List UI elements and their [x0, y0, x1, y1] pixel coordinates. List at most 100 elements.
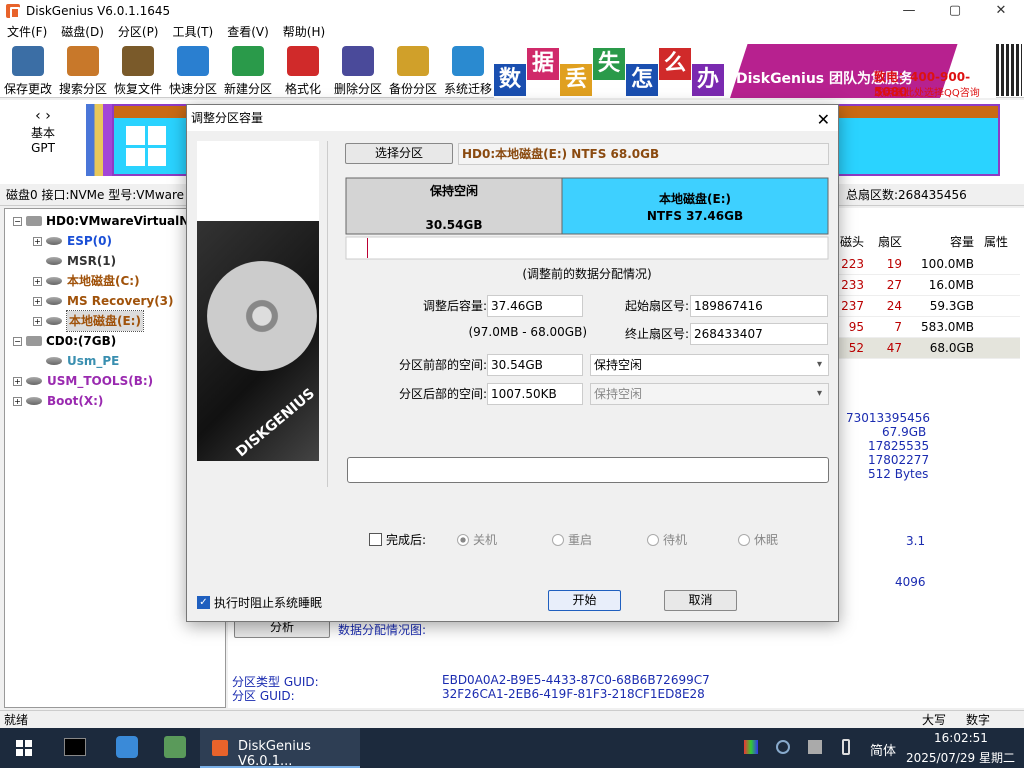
toolbar-button-8[interactable]: 系统迁移 [440, 44, 496, 96]
table-row[interactable]: 223 19 100.0MB [838, 254, 1020, 275]
disk-small-partitions[interactable] [86, 104, 112, 176]
tree-item[interactable]: + Boot(X:) [13, 391, 103, 411]
tree-item[interactable]: MSR(1) [33, 251, 116, 271]
toolbar-label: 保存更改 [3, 82, 52, 96]
prevent-sleep-checkbox[interactable]: ✓ 执行时阻止系统睡眠 [197, 594, 322, 611]
table-header-cell[interactable]: 容量 [918, 232, 974, 253]
tree-item[interactable]: − CD0:(7GB) [13, 331, 116, 351]
format-icon [287, 46, 319, 76]
maximize-button[interactable]: ▢ [932, 2, 978, 20]
toolbar-button-7[interactable]: 备份分区 [385, 44, 441, 96]
tree-expander-icon[interactable]: + [33, 316, 42, 326]
minimize-button[interactable]: — [886, 2, 932, 20]
tree-item[interactable]: + USM_TOOLS(B:) [13, 371, 153, 391]
tray-icon-2[interactable] [776, 740, 790, 754]
tree-item[interactable]: Usm_PE [33, 351, 119, 371]
tree-item[interactable]: − HD0:VMwareVirtualN [13, 211, 189, 231]
quick-partition-icon [177, 46, 209, 76]
allocation-marker [367, 238, 368, 258]
toolbar-button-4[interactable]: 新建分区 [220, 44, 276, 96]
ad-banner[interactable]: DiskGenius 团队为您服务 致电：400-900-5080 或点击此处选… [494, 44, 996, 98]
start-sector-input[interactable]: 189867416 [690, 295, 828, 317]
table-row[interactable]: 95 7 583.0MB [838, 317, 1020, 338]
toolbar-button-0[interactable]: 保存更改 [0, 44, 56, 96]
table-row[interactable]: 237 24 59.3GB [838, 296, 1020, 317]
disk-nav[interactable]: ‹ › 基本 GPT [28, 108, 58, 155]
banner-qq-link[interactable]: 或点击此处选择QQ咨询 [874, 84, 980, 98]
table-header-cell[interactable]: 属性 [984, 232, 1020, 253]
tree-expander-icon[interactable]: + [33, 276, 42, 286]
prevent-sleep-label: 执行时阻止系统睡眠 [214, 596, 323, 610]
radio-restart[interactable]: 重启 [552, 531, 592, 548]
table-header-cell[interactable]: 磁头 [838, 232, 864, 253]
tree-expander-icon[interactable]: + [33, 296, 42, 306]
disk-nav-arrows-icon[interactable]: ‹ › [28, 108, 58, 124]
taskbar-diskgenius[interactable]: DiskGenius V6.0.1... [200, 728, 360, 768]
clock-time[interactable]: 16:02:51 [934, 731, 988, 745]
tray-icon-1[interactable] [744, 740, 758, 754]
clock-date[interactable]: 2025/07/29 星期二 [906, 749, 1015, 766]
terminal-icon[interactable] [64, 738, 86, 756]
menu-item-1[interactable]: 磁盘(D) [54, 22, 111, 42]
after-done-label: 完成后: [386, 533, 427, 547]
menu-item-0[interactable]: 文件(F) [0, 22, 54, 42]
status-text: 就绪 [4, 713, 29, 727]
app-icon-1[interactable] [116, 736, 138, 758]
tray-icon-3[interactable] [808, 740, 822, 754]
tree-expander-icon[interactable]: + [33, 236, 42, 246]
tree-item[interactable]: + 本地磁盘(C:) [33, 271, 140, 291]
menu-item-2[interactable]: 分区(P) [111, 22, 166, 42]
battery-icon[interactable] [842, 739, 850, 755]
partition-segment-graph[interactable]: 保持空闲 30.54GB 本地磁盘(E:) NTFS 37.46GB [345, 177, 829, 261]
toolbar-button-1[interactable]: 搜索分区 [55, 44, 111, 96]
dialog-close-button[interactable]: ✕ [817, 107, 830, 133]
before-space-input[interactable]: 30.54GB [487, 354, 583, 376]
progress-bar [347, 457, 829, 483]
ime-indicator[interactable]: 简体 [870, 740, 896, 759]
tree-expander-icon[interactable]: + [13, 376, 22, 386]
size-range-label: (97.0MB - 68.00GB) [468, 325, 587, 339]
start-button[interactable]: 开始 [548, 590, 621, 611]
toolbar-button-6[interactable]: 删除分区 [330, 44, 386, 96]
toolbar-button-3[interactable]: 快速分区 [165, 44, 221, 96]
start-icon[interactable] [16, 740, 32, 756]
after-space-value: 保持空闲 [594, 387, 643, 401]
table-header-cell[interactable]: 扇区 [876, 232, 902, 253]
menu-item-4[interactable]: 查看(V) [220, 22, 276, 42]
tree-item-label: 本地磁盘(E:) [66, 310, 144, 332]
radio-shutdown[interactable]: 关机 [457, 531, 497, 548]
table-row[interactable]: 233 27 16.0MB [838, 275, 1020, 296]
toolbar-button-2[interactable]: 恢复文件 [110, 44, 166, 96]
select-partition-button[interactable]: 选择分区 [345, 143, 453, 164]
tree-expander-icon[interactable]: − [13, 336, 22, 346]
end-sector-input[interactable]: 268433407 [690, 323, 828, 345]
tree-item[interactable]: + 本地磁盘(E:) [33, 310, 144, 332]
menu-item-5[interactable]: 帮助(H) [276, 22, 332, 42]
app-icon-2[interactable] [164, 736, 186, 758]
tree-expander-icon[interactable]: − [13, 216, 22, 226]
table-cell: 19 [886, 257, 902, 271]
before-space-select[interactable]: 保持空闲 ▾ [590, 354, 829, 376]
after-done-checkbox[interactable]: 完成后: [369, 531, 426, 548]
qr-code-icon [996, 44, 1022, 96]
tree-item[interactable]: + MS Recovery(3) [33, 291, 174, 311]
cancel-button[interactable]: 取消 [664, 590, 737, 611]
radio-standby[interactable]: 待机 [647, 531, 687, 548]
toolbar-button-5[interactable]: 格式化 [275, 44, 331, 96]
banner-tile: 怎 [626, 64, 658, 96]
close-button[interactable]: ✕ [978, 2, 1024, 20]
tree-item-label: Usm_PE [67, 354, 120, 368]
menu-item-3[interactable]: 工具(T) [166, 22, 221, 42]
segment-partition[interactable] [561, 177, 829, 235]
target-partition-field: HD0:本地磁盘(E:) NTFS 68.0GB [458, 143, 829, 165]
partition-icon [26, 377, 42, 385]
new-size-input[interactable]: 37.46GB [487, 295, 583, 317]
info-value-version: 3.1 [906, 534, 926, 548]
after-space-select[interactable]: 保持空闲 ▾ [590, 383, 829, 405]
table-row[interactable]: 52 47 68.0GB [838, 338, 1020, 359]
new-partition-icon [232, 46, 264, 76]
tree-expander-icon[interactable]: + [13, 396, 22, 406]
after-space-input[interactable]: 1007.50KB [487, 383, 583, 405]
tree-item[interactable]: + ESP(0) [33, 231, 112, 251]
radio-hibernate[interactable]: 休眠 [738, 531, 778, 548]
